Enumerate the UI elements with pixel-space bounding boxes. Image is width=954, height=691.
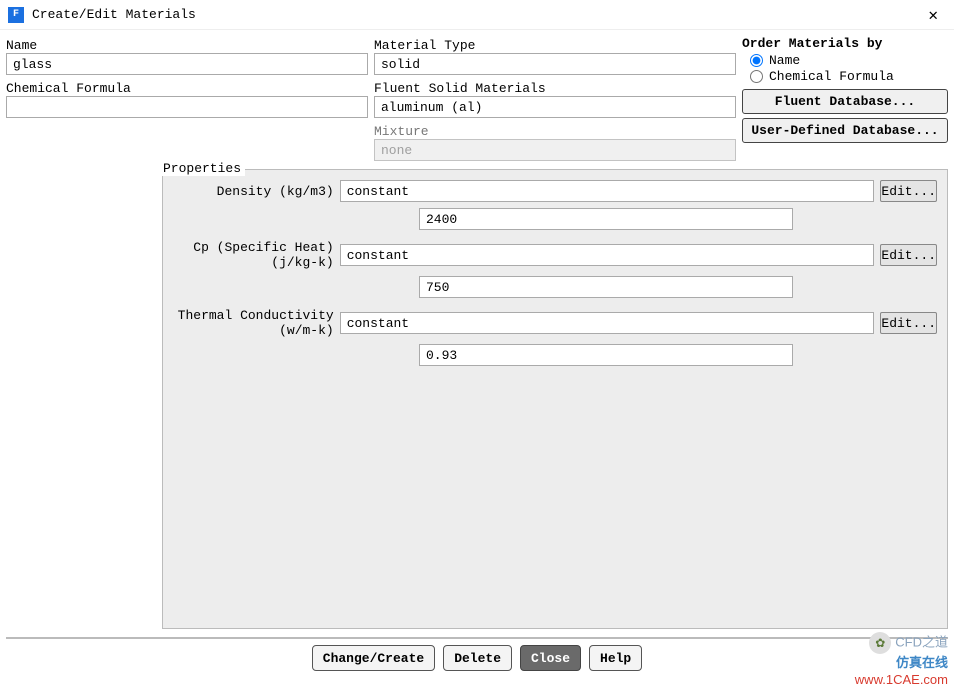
thermal-conductivity-label: Thermal Conductivity (w/m-k)	[173, 308, 340, 338]
order-by-name-text: Name	[769, 53, 800, 68]
help-button[interactable]: Help	[589, 645, 642, 671]
delete-button[interactable]: Delete	[443, 645, 512, 671]
thermal-conductivity-edit-button[interactable]: Edit...	[880, 312, 937, 334]
mixture-dropdown: none	[374, 139, 736, 161]
cp-label: Cp (Specific Heat) (j/kg-k)	[173, 240, 340, 270]
order-by-formula-radio[interactable]	[750, 70, 763, 83]
cp-edit-button[interactable]: Edit...	[880, 244, 937, 266]
user-defined-database-button[interactable]: User-Defined Database...	[742, 118, 948, 143]
properties-panel: Properties Density (kg/m3) constant Edit…	[162, 169, 948, 629]
app-icon: F	[8, 7, 24, 23]
cp-value-input[interactable]	[419, 276, 793, 298]
properties-legend: Properties	[159, 161, 245, 176]
cp-method-dropdown[interactable]: constant	[340, 244, 875, 266]
material-type-dropdown[interactable]: solid	[374, 53, 736, 75]
solid-materials-dropdown[interactable]: aluminum (al)	[374, 96, 736, 118]
material-type-label: Material Type	[374, 38, 736, 53]
name-label: Name	[6, 38, 368, 53]
density-value-input[interactable]	[419, 208, 793, 230]
order-by-formula-row[interactable]: Chemical Formula	[750, 69, 948, 84]
order-by-name-row[interactable]: Name	[750, 53, 948, 68]
thermal-conductivity-value-input[interactable]	[419, 344, 793, 366]
order-by-name-radio[interactable]	[750, 54, 763, 67]
order-by-label: Order Materials by	[742, 36, 948, 51]
title-bar: F Create/Edit Materials ✕	[0, 0, 954, 30]
order-by-formula-text: Chemical Formula	[769, 69, 894, 84]
change-create-button[interactable]: Change/Create	[312, 645, 435, 671]
window-title: Create/Edit Materials	[32, 7, 920, 22]
density-method-dropdown[interactable]: constant	[340, 180, 875, 202]
density-label: Density (kg/m3)	[173, 184, 340, 199]
density-edit-button[interactable]: Edit...	[880, 180, 937, 202]
formula-input[interactable]	[6, 96, 368, 118]
thermal-conductivity-method-dropdown[interactable]: constant	[340, 312, 875, 334]
close-icon[interactable]: ✕	[920, 3, 946, 27]
mixture-label: Mixture	[374, 124, 736, 139]
bottom-button-bar: Change/Create Delete Close Help	[6, 637, 948, 679]
formula-label: Chemical Formula	[6, 81, 368, 96]
solid-materials-label: Fluent Solid Materials	[374, 81, 736, 96]
close-button[interactable]: Close	[520, 645, 581, 671]
fluent-database-button[interactable]: Fluent Database...	[742, 89, 948, 114]
name-input[interactable]	[6, 53, 368, 75]
